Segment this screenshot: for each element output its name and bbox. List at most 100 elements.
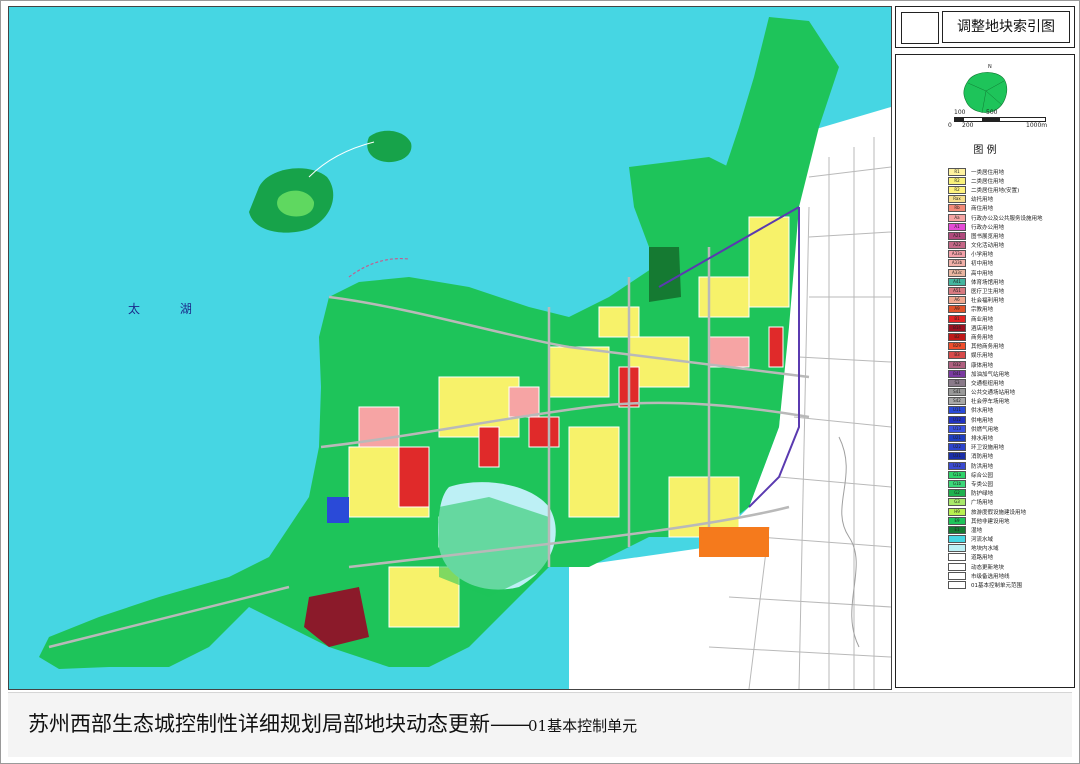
- legend-swatch: S3: [948, 378, 966, 387]
- land-use-map[interactable]: [8, 6, 892, 690]
- legend-swatch: U22: [948, 443, 966, 452]
- legend-swatch: [948, 562, 966, 571]
- legend-item: U12 供电用地: [948, 415, 1070, 424]
- legend-item: R2 二类居住用地(安置): [948, 185, 1070, 194]
- legend-item: B1 商业用地: [948, 314, 1070, 323]
- legend-item: 河流水域: [948, 535, 1070, 544]
- legend-swatch: U11: [948, 406, 966, 415]
- legend-item: A33c 高中用地: [948, 268, 1070, 277]
- legend-swatch: B41: [948, 369, 966, 378]
- legend-item: A33a 小学用地: [948, 250, 1070, 259]
- legend-item: 道路用地: [948, 553, 1070, 562]
- legend-swatch: U31: [948, 452, 966, 461]
- legend-label: 01基本控制单元范围: [971, 583, 1022, 590]
- legend-label: 幼托用地: [971, 197, 994, 204]
- lake-label: 太 湖: [128, 302, 210, 316]
- legend-swatch: A33b: [948, 259, 966, 268]
- legend-label: 商务用地: [971, 334, 994, 341]
- legend-label: 市级备选用地线: [971, 573, 1010, 580]
- legend-item: U32 防洪用地: [948, 461, 1070, 470]
- page-title: 苏州西部生态城控制性详细规划局部地块动态更新——01基本控制单元: [28, 708, 637, 738]
- legend-swatch: R2: [948, 185, 966, 194]
- legend-swatch: A9: [948, 305, 966, 314]
- legend-item: U13 供燃气用地: [948, 424, 1070, 433]
- legend-label: 图书展览用地: [971, 233, 1005, 240]
- legend-label: 环卫设施用地: [971, 445, 1005, 452]
- legend-swatch: A1: [948, 222, 966, 231]
- legend-item: G2 防护绿地: [948, 489, 1070, 498]
- legend-label: 防护绿地: [971, 491, 994, 498]
- legend-item: 动态更新地块: [948, 562, 1070, 571]
- legend-item: R2 二类居住用地: [948, 176, 1070, 185]
- legend-label: 体育场馆用地: [971, 279, 1005, 286]
- legend-item: G1b 专类公园: [948, 479, 1070, 488]
- legend-item: A9 宗教用地: [948, 305, 1070, 314]
- legend-item: U22 环卫设施用地: [948, 443, 1070, 452]
- scale-bar: 100 500 0 200 1000m: [948, 109, 1048, 129]
- legend-swatch: G1b: [948, 479, 966, 488]
- legend-item: B2 商务用地: [948, 332, 1070, 341]
- legend-item: U21 排水用地: [948, 433, 1070, 443]
- legend-swatch: H9: [948, 507, 966, 516]
- legend-swatch: B2: [948, 332, 966, 341]
- legend-label: 娱乐用地: [971, 353, 994, 360]
- legend-label: 地块内水域: [971, 546, 999, 553]
- legend-label: 综合公园: [971, 472, 994, 479]
- north-label: N: [988, 64, 992, 70]
- legend-item: B29 其他商务用地: [948, 342, 1070, 351]
- legend-panel: N 100 500 0 200 1000m 图 例 R1 一类居住用地 R2 二类居住…: [895, 54, 1075, 688]
- legend-label: 商住用地: [971, 206, 994, 213]
- legend-swatch: G3: [948, 498, 966, 507]
- legend-item: A21 图书展览用地: [948, 231, 1070, 240]
- legend-item: S3 交通枢纽用地: [948, 378, 1070, 387]
- legend-item: E9 其他非建设用地: [948, 516, 1070, 525]
- map-canvas: [9, 7, 891, 689]
- legend-swatch: U32: [948, 461, 966, 470]
- orange-block: [699, 527, 769, 557]
- scale-bottom-3: 1000m: [1026, 122, 1048, 129]
- legend-item: R1 一类居住用地: [948, 167, 1070, 176]
- legend-swatch: A6: [948, 296, 966, 305]
- legend-swatch: [948, 581, 966, 590]
- legend-swatch: G1a: [948, 470, 966, 479]
- legend-label: 道路用地: [971, 555, 994, 562]
- legend-item: G3 广场用地: [948, 498, 1070, 507]
- legend-swatch: [948, 553, 966, 562]
- legend-swatch: B3: [948, 351, 966, 360]
- legend-swatch: G2: [948, 489, 966, 498]
- legend-item: H9 旅游度假设施建设用地: [948, 507, 1070, 516]
- legend-swatch: A22: [948, 241, 966, 250]
- legend-item: Rb 商住用地: [948, 204, 1070, 213]
- legend-swatch: [948, 571, 966, 580]
- legend-label: 湿地: [971, 527, 983, 534]
- legend-label: 康体用地: [971, 362, 994, 369]
- legend-label: 一类居住用地: [971, 169, 1005, 176]
- legend-swatch: U21: [948, 434, 966, 443]
- title-main: 苏州西部生态城控制性详细规划局部地块动态更新: [28, 712, 490, 736]
- legend-label: 行政办公及公共服务设施用地: [971, 215, 1043, 222]
- legend-swatch: U13: [948, 424, 966, 433]
- legend-item: B14 酒店用地: [948, 323, 1070, 332]
- legend-swatch: B29: [948, 342, 966, 351]
- legend-swatch: [948, 535, 966, 544]
- legend-label: 医疗卫生用地: [971, 289, 1005, 296]
- scale-bottom-1: 0: [948, 122, 952, 129]
- legend-label: 初中用地: [971, 261, 994, 268]
- legend-swatch: A51: [948, 287, 966, 296]
- legend-swatch: R2: [948, 176, 966, 185]
- side-panel: 调整地块索引图 N 100 500 0 200 1000m 图 例 R1 一类居住…: [895, 6, 1075, 688]
- legend-swatch: B1: [948, 314, 966, 323]
- index-thumbnail[interactable]: [901, 12, 939, 44]
- legend-swatch: Rb: [948, 204, 966, 213]
- legend-label: 供水用地: [971, 408, 994, 415]
- legend-label: 文化活动用地: [971, 243, 1005, 250]
- legend-item: A33b 初中用地: [948, 259, 1070, 268]
- legend-label: 公共交通场站用地: [971, 390, 1016, 397]
- legend-list: R1 一类居住用地 R2 二类居住用地 R2 二类居住用地(安置) Rax 幼托用地 Rb 商住用…: [948, 167, 1070, 590]
- scale-bottom-2: 200: [962, 122, 974, 129]
- legend-swatch: Rax: [948, 195, 966, 204]
- legend-label: 行政办公用地: [971, 224, 1005, 231]
- legend-item: G1a 综合公园: [948, 470, 1070, 479]
- legend-label: 排水用地: [971, 436, 994, 443]
- legend-label: 高中用地: [971, 270, 994, 277]
